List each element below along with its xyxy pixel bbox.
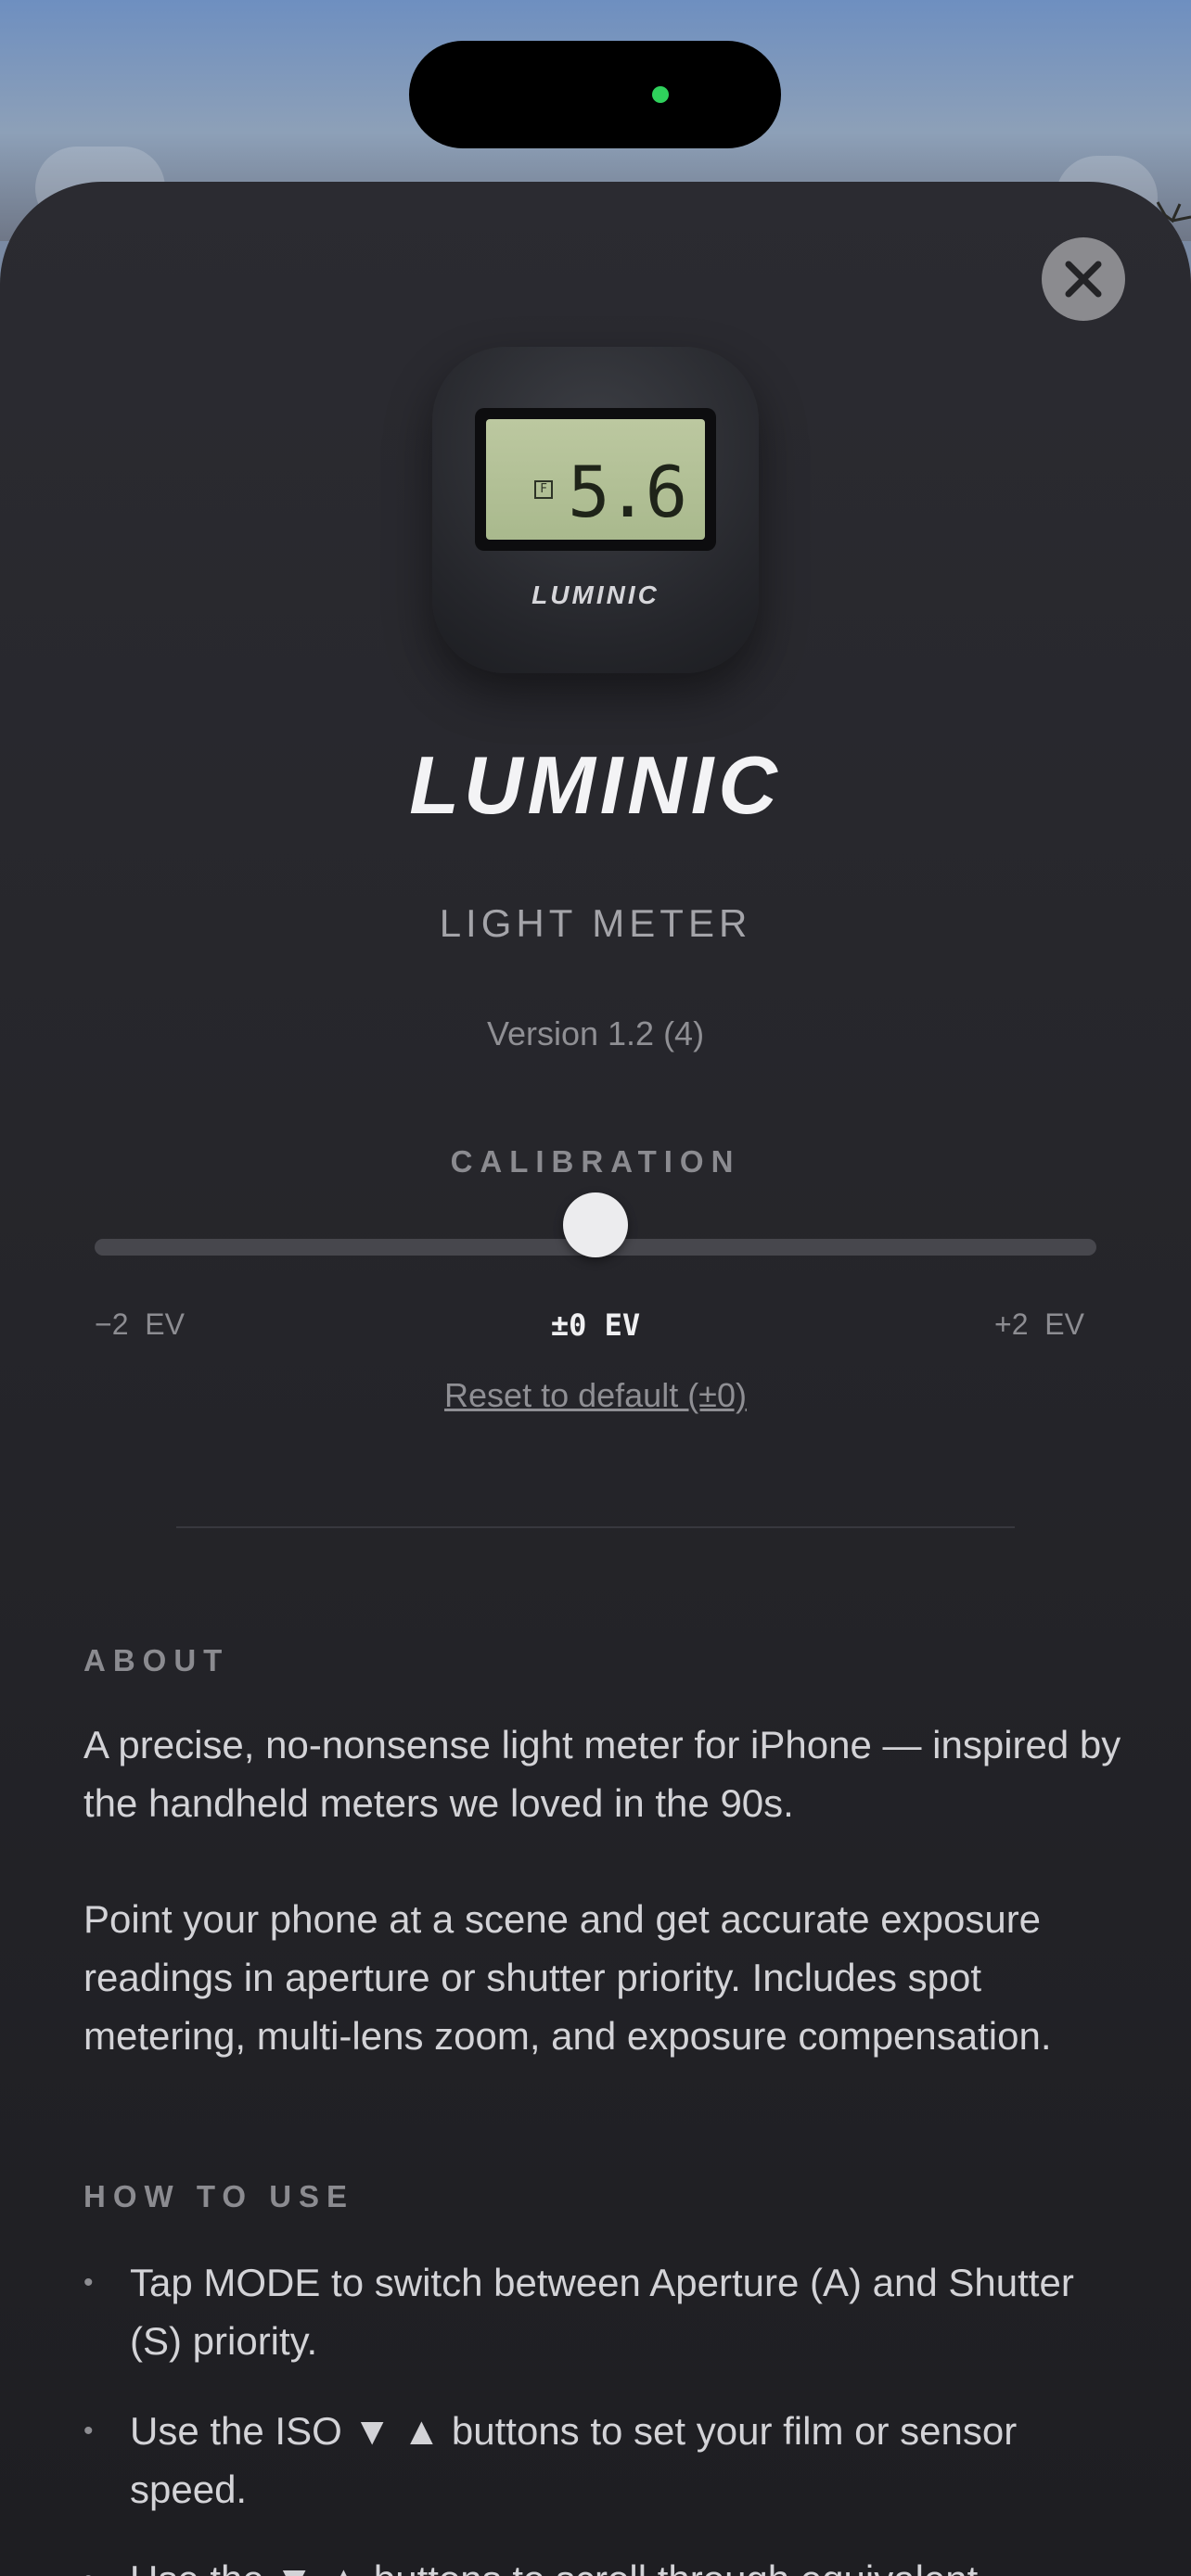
lcd-frame: F 5.6 — [475, 408, 716, 551]
lcd-display: F 5.6 — [486, 419, 705, 540]
app-icon-label: LUMINIC — [531, 580, 660, 609]
version-label: Version 1.2 (4) — [486, 1014, 705, 1052]
lcd-mode-indicator: F — [534, 480, 553, 499]
green-indicator-dot — [652, 86, 669, 103]
calibration-slider-thumb[interactable] — [563, 1192, 628, 1257]
how-to-use-list: • Tap MODE to switch between Aperture (A… — [83, 2253, 1122, 2576]
calibration-max-label: +2 EV — [994, 1307, 1084, 1341]
close-button[interactable] — [1042, 237, 1125, 321]
list-item-text: Tap MODE to switch between Aperture (A) … — [130, 2261, 1074, 2363]
how-to-use-heading: HOW TO USE — [83, 2179, 355, 2213]
dynamic-island — [409, 41, 781, 148]
about-paragraph: A precise, no-nonsense light meter for i… — [83, 1723, 1121, 1825]
about-sheet: F 5.6 LUMINIC LUMINIC LIGHT METER Versio… — [0, 182, 1191, 2576]
lcd-value: 5.6 — [568, 451, 687, 533]
close-icon — [1065, 261, 1102, 298]
list-item: • Tap MODE to switch between Aperture (A… — [83, 2253, 1122, 2370]
list-item-text: Use the ISO ▼ ▲ buttons to set your film… — [130, 2409, 1018, 2511]
list-item: • Use the ▼ ▲ buttons to scroll through … — [83, 2550, 1122, 2576]
section-divider — [176, 1526, 1015, 1528]
app-title: LUMINIC — [409, 739, 782, 831]
about-paragraph: Point your phone at a scene and get accu… — [83, 1897, 1052, 2058]
bullet-icon: • — [83, 2550, 94, 2576]
bullet-icon: • — [83, 2416, 94, 2446]
reset-to-default-link[interactable]: Reset to default (±0) — [444, 1376, 747, 1414]
reset-calibration: Reset to default (±0) — [0, 1376, 1191, 1415]
about-heading: ABOUT — [83, 1643, 230, 1677]
list-item-text: Use the ▼ ▲ buttons to scroll through eq… — [130, 2557, 978, 2576]
list-item: • Use the ISO ▼ ▲ buttons to set your fi… — [83, 2402, 1122, 2519]
app-icon: F 5.6 LUMINIC — [432, 347, 759, 673]
bullet-icon: • — [83, 2267, 94, 2298]
calibration-heading: CALIBRATION — [450, 1144, 741, 1179]
app-subtitle: LIGHT METER — [439, 901, 752, 945]
